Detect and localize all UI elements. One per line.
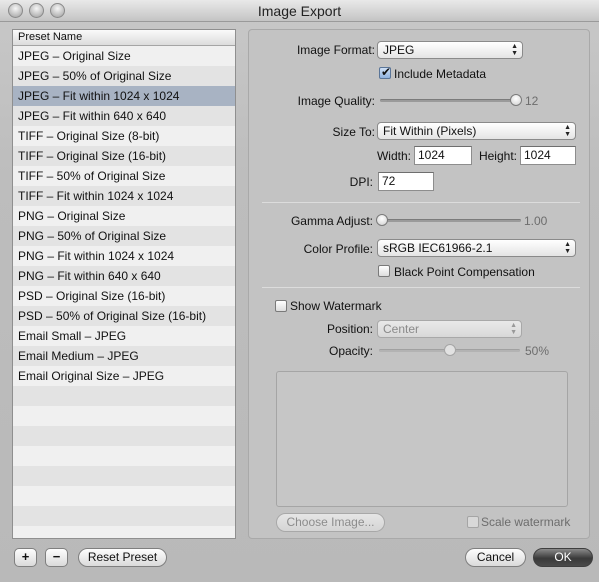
- image-quality-value: 12: [525, 94, 539, 108]
- preset-list-empty-row: [13, 506, 235, 526]
- preset-list-item[interactable]: Email Medium – JPEG: [13, 346, 235, 366]
- gamma-adjust-slider-knob[interactable]: [376, 214, 388, 226]
- show-watermark-checkbox[interactable]: [275, 300, 287, 312]
- preset-list-item[interactable]: Email Small – JPEG: [13, 326, 235, 346]
- gamma-adjust-slider-track[interactable]: [379, 219, 521, 222]
- black-point-compensation-label: Black Point Compensation: [394, 265, 535, 279]
- title-bar: Image Export: [0, 0, 599, 22]
- gamma-adjust-label: Gamma Adjust:: [290, 214, 373, 228]
- gamma-adjust-value: 1.00: [524, 214, 548, 228]
- include-metadata-label: Include Metadata: [394, 67, 487, 81]
- black-point-compensation-checkbox[interactable]: [378, 265, 390, 277]
- watermark-position-popup[interactable]: Center ▲ ▼: [377, 320, 522, 338]
- preset-list-empty-row: [13, 386, 235, 406]
- scale-watermark-label: Scale watermark: [481, 515, 571, 529]
- image-quality-slider-track[interactable]: [380, 99, 520, 102]
- preset-list-item[interactable]: TIFF – 50% of Original Size: [13, 166, 235, 186]
- preset-list-item[interactable]: PNG – 50% of Original Size: [13, 226, 235, 246]
- preset-list[interactable]: Preset Name JPEG – Original Size JPEG – 5…: [12, 29, 236, 539]
- height-field[interactable]: 1024: [520, 146, 576, 165]
- size-to-label: Size To:: [332, 125, 375, 139]
- preset-list-item[interactable]: PNG – Fit within 640 x 640: [13, 266, 235, 286]
- preset-list-empty-row: [13, 466, 235, 486]
- preset-list-item[interactable]: PNG – Fit within 1024 x 1024: [13, 246, 235, 266]
- color-profile-popup[interactable]: sRGB IEC61966-2.1 ▲ ▼: [377, 239, 576, 257]
- watermark-opacity-value: 50%: [525, 344, 550, 358]
- preset-list-item[interactable]: PSD – 50% of Original Size (16-bit): [13, 306, 235, 326]
- preset-list-empty-row: [13, 526, 235, 538]
- height-label: Height:: [478, 149, 517, 163]
- export-settings-panel: Image Format: JPEG ▲ ▼ ✔ Include Metadata…: [248, 29, 590, 539]
- preset-list-empty-row: [13, 446, 235, 466]
- dpi-field[interactable]: 72: [378, 172, 434, 191]
- image-format-label: Image Format:: [296, 43, 375, 57]
- preset-name-column-header[interactable]: Preset Name: [13, 30, 235, 46]
- image-format-value: JPEG: [383, 43, 415, 57]
- preset-list-empty-row: [13, 486, 235, 506]
- size-to-value: Fit Within (Pixels): [383, 124, 477, 138]
- preset-list-item[interactable]: TIFF – Original Size (8-bit): [13, 126, 235, 146]
- preset-list-item[interactable]: TIFF – Fit within 1024 x 1024: [13, 186, 235, 206]
- show-watermark-label: Show Watermark: [290, 299, 382, 313]
- choose-image-button[interactable]: Choose Image...: [276, 513, 385, 532]
- image-export-window: Image Export Preset Name JPEG – Original…: [0, 0, 599, 582]
- watermark-position-label: Position:: [326, 322, 373, 336]
- separator: [262, 287, 580, 288]
- preset-list-item[interactable]: PNG – Original Size: [13, 206, 235, 226]
- preset-list-empty-row: [13, 406, 235, 426]
- remove-preset-button[interactable]: −: [45, 548, 68, 567]
- size-to-popup[interactable]: Fit Within (Pixels) ▲ ▼: [377, 122, 576, 140]
- preset-list-item[interactable]: JPEG – Fit within 1024 x 1024: [13, 86, 235, 106]
- add-preset-button[interactable]: +: [14, 548, 37, 567]
- color-profile-value: sRGB IEC61966-2.1: [383, 241, 493, 255]
- width-field[interactable]: 1024: [414, 146, 472, 165]
- popup-arrows-icon: ▲ ▼: [564, 124, 571, 138]
- preset-list-item[interactable]: PSD – Original Size (16-bit): [13, 286, 235, 306]
- ok-button[interactable]: OK: [533, 548, 593, 567]
- checkmark-icon: ✔: [381, 65, 392, 79]
- preset-list-empty-row: [13, 426, 235, 446]
- image-quality-label: Image Quality:: [297, 94, 375, 108]
- watermark-opacity-slider-knob[interactable]: [443, 344, 456, 356]
- reset-preset-button[interactable]: Reset Preset: [78, 548, 167, 567]
- preset-list-item[interactable]: JPEG – Original Size: [13, 46, 235, 66]
- popup-arrows-icon: ▲ ▼: [511, 43, 518, 57]
- preset-list-item[interactable]: JPEG – 50% of Original Size: [13, 66, 235, 86]
- width-label: Width:: [376, 149, 411, 163]
- popup-arrows-icon: ▲ ▼: [510, 322, 517, 336]
- preset-list-item[interactable]: JPEG – Fit within 640 x 640: [13, 106, 235, 126]
- preset-rows: JPEG – Original Size JPEG – 50% of Origin…: [13, 46, 235, 538]
- image-quality-slider-knob[interactable]: [510, 94, 522, 106]
- preset-list-item[interactable]: Email Original Size – JPEG: [13, 366, 235, 386]
- dpi-label: DPI:: [349, 175, 373, 189]
- preset-list-item[interactable]: TIFF – Original Size (16-bit): [13, 146, 235, 166]
- popup-arrows-icon: ▲ ▼: [564, 241, 571, 255]
- watermark-preview-well[interactable]: [276, 371, 568, 507]
- watermark-opacity-label: Opacity:: [328, 344, 373, 358]
- window-title: Image Export: [257, 3, 342, 19]
- color-profile-label: Color Profile:: [303, 242, 373, 256]
- cancel-button[interactable]: Cancel: [465, 548, 526, 567]
- scale-watermark-checkbox[interactable]: [467, 516, 479, 528]
- include-metadata-checkbox[interactable]: ✔: [379, 65, 392, 79]
- watermark-position-value: Center: [383, 322, 420, 336]
- image-format-popup[interactable]: JPEG ▲ ▼: [377, 41, 523, 59]
- separator: [262, 202, 580, 203]
